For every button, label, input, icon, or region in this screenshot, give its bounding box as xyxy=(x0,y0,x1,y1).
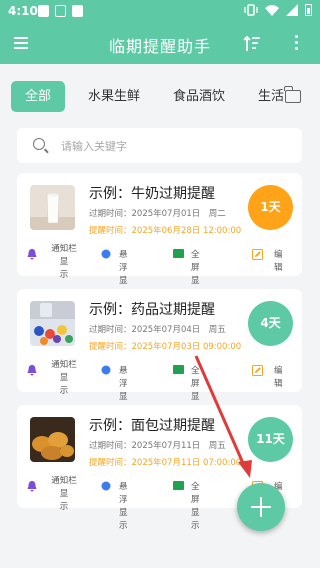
status-time: 4:10 xyxy=(8,4,38,18)
fullscreen-icon xyxy=(173,365,184,374)
expire-time: 过期时间：2025年07月11日 周五 xyxy=(89,441,226,451)
category-tabs: 全部 水果生鲜 食品酒饮 生活 xyxy=(0,64,320,124)
item-title: 示例：面包过期提醒 xyxy=(89,418,215,434)
bell-icon xyxy=(27,481,37,492)
float-dot-icon xyxy=(101,365,111,375)
a-notification-icon xyxy=(55,5,66,17)
tab-all[interactable]: 全部 xyxy=(11,81,66,112)
vibrate-icon xyxy=(244,4,258,16)
edit-icon xyxy=(252,365,263,376)
notify-label: 通知栏显 示 xyxy=(51,476,77,512)
fullscreen-label: 全屏显示 xyxy=(191,482,200,531)
search-icon xyxy=(33,138,45,150)
app-bar: 临期提醒助手 xyxy=(0,24,320,64)
item-title: 示例：牛奶过期提醒 xyxy=(89,186,215,202)
milk-photo xyxy=(30,185,75,230)
days-left-badge: 11天 xyxy=(248,417,293,462)
square-notification-icon xyxy=(72,5,83,17)
days-left-badge: 1天 xyxy=(248,185,293,230)
expire-time: 过期时间：2025年07月04日 周五 xyxy=(89,325,226,335)
edit-icon xyxy=(252,249,263,260)
float-label: 悬浮显示 xyxy=(119,482,128,531)
bread-photo xyxy=(30,417,75,462)
tab-fruit-fresh[interactable]: 水果生鲜 xyxy=(88,81,140,112)
fullscreen-icon xyxy=(173,249,184,258)
signal-icon xyxy=(286,4,298,16)
tab-food-drink[interactable]: 食品酒饮 xyxy=(173,81,225,112)
fullscreen-icon xyxy=(173,481,184,490)
tab-life[interactable]: 生活 xyxy=(258,81,286,112)
float-dot-icon xyxy=(101,481,111,491)
medicine-photo xyxy=(30,301,75,346)
float-dot-icon xyxy=(101,249,111,259)
item-title: 示例：药品过期提醒 xyxy=(89,302,215,318)
bell-icon xyxy=(27,249,37,260)
battery-icon xyxy=(305,4,312,16)
remind-time: 提醒时间：2025年07月03日 09:00:00 xyxy=(89,342,242,352)
image-notification-icon xyxy=(38,5,49,17)
edit-label: 编辑 xyxy=(274,366,283,389)
reminder-card[interactable]: 示例：牛奶过期提醒 过期时间：2025年07月01日 周二 提醒时间：2025年… xyxy=(17,173,302,299)
page-title: 临期提醒助手 xyxy=(108,37,211,56)
days-left-badge: 4天 xyxy=(248,301,293,346)
search-input[interactable] xyxy=(61,136,291,156)
more-options-icon[interactable] xyxy=(292,35,300,53)
remind-time: 提醒时间：2025年06月28日 12:00:00 xyxy=(89,226,242,236)
notify-label: 通知栏显 示 xyxy=(51,360,77,396)
wifi-icon xyxy=(265,5,279,16)
sort-icon[interactable] xyxy=(242,34,262,54)
add-reminder-button[interactable] xyxy=(237,483,285,531)
expire-time: 过期时间：2025年07月01日 周二 xyxy=(89,209,226,219)
remind-time: 提醒时间：2025年07月11日 07:00:00 xyxy=(89,458,242,468)
notify-label: 通知栏显 示 xyxy=(51,244,77,280)
edit-label: 编辑 xyxy=(274,250,283,273)
bell-icon xyxy=(27,365,37,376)
status-bar: 4:10 xyxy=(0,0,320,24)
folder-icon[interactable] xyxy=(284,86,301,103)
reminder-card[interactable]: 示例：药品过期提醒 过期时间：2025年07月04日 周五 提醒时间：2025年… xyxy=(17,289,302,415)
search-bar xyxy=(17,128,302,163)
